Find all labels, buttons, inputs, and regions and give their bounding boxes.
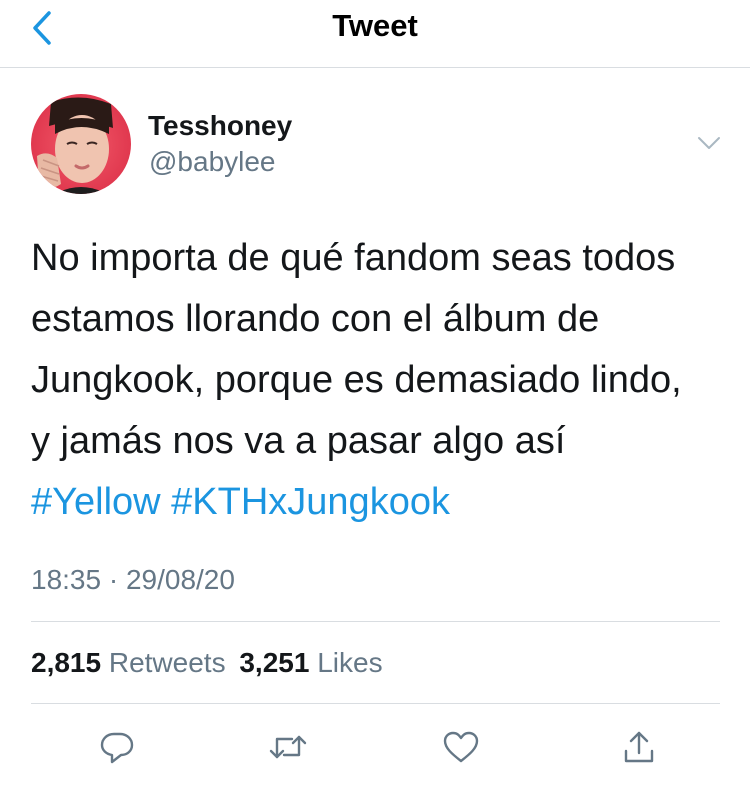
like-button[interactable]	[436, 722, 486, 772]
tweet-text-line: No importa de qué fandom seas todos	[31, 237, 676, 279]
hashtag-link[interactable]: #Yellow	[31, 481, 161, 523]
retweet-button[interactable]	[263, 722, 313, 772]
likes-count: 3,251	[239, 647, 310, 678]
navigation-bar: Tweet	[0, 0, 750, 68]
tweet-timestamp: 18:35 · 29/08/20	[31, 564, 235, 595]
retweets-count: 2,815	[31, 647, 102, 678]
likes-label: Likes	[317, 647, 383, 678]
retweets-stat[interactable]: 2,815 Retweets	[31, 647, 226, 678]
tweet-text: No importa de qué fandom seas todos esta…	[31, 228, 731, 533]
reply-icon	[100, 732, 134, 764]
reply-button[interactable]	[92, 722, 142, 772]
like-icon	[443, 731, 479, 763]
tweet-text-line: estamos llorando con el álbum de	[31, 298, 600, 340]
avatar-photo	[31, 94, 131, 194]
tweet-stats: 2,815 Retweets 3,251 Likes	[31, 645, 383, 681]
share-button[interactable]	[614, 722, 664, 772]
action-bar	[0, 722, 750, 772]
display-name[interactable]: Tesshoney	[148, 109, 292, 143]
share-icon	[624, 731, 654, 763]
tweet-text-line: y jamás nos va a pasar algo así	[31, 420, 566, 462]
chevron-down-icon	[698, 137, 720, 149]
tweet-text-line: Jungkook, porque es demasiado lindo,	[31, 359, 682, 401]
more-options-button[interactable]	[692, 128, 726, 158]
retweets-label: Retweets	[108, 647, 226, 678]
avatar[interactable]	[31, 94, 131, 194]
user-handle[interactable]: @babylee	[149, 145, 276, 179]
divider	[31, 703, 720, 704]
divider	[31, 621, 720, 622]
hashtag-line: #Yellow #KTHxJungkook	[31, 472, 731, 533]
retweet-icon	[269, 735, 307, 759]
likes-stat[interactable]: 3,251 Likes	[239, 647, 382, 678]
page-title: Tweet	[332, 8, 418, 43]
hashtag-link[interactable]: #KTHxJungkook	[171, 481, 450, 523]
